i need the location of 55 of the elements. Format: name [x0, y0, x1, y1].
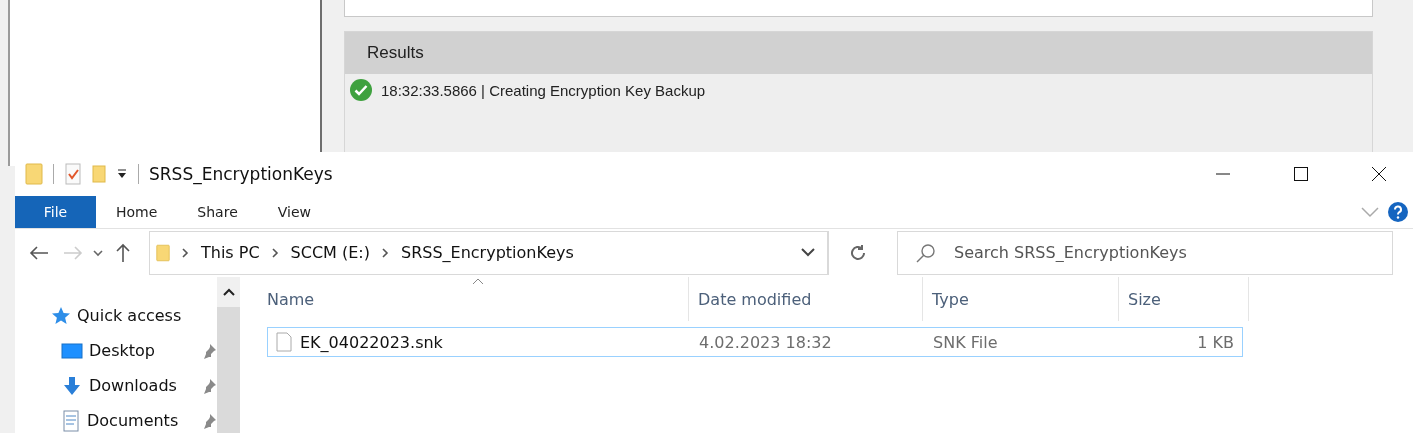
window-title: SRSS_EncryptionKeys — [149, 164, 334, 184]
minimize-icon — [1215, 173, 1231, 175]
column-header[interactable]: Name — [267, 277, 689, 321]
column-header[interactable]: Type — [923, 277, 1119, 321]
chevron-right-icon[interactable] — [182, 247, 189, 258]
monitor-icon — [61, 341, 83, 360]
arrow-right-icon — [63, 244, 83, 261]
chevron-down-icon[interactable] — [1361, 205, 1379, 218]
breadcrumb[interactable]: This PC — [201, 243, 260, 263]
caret-up-icon — [222, 288, 235, 296]
ribbon-tab[interactable]: View — [257, 196, 331, 228]
nav-item[interactable]: Desktop — [51, 338, 217, 363]
chevron-right-icon[interactable] — [382, 247, 389, 258]
scroll-up-button[interactable] — [217, 277, 240, 307]
file-icon — [276, 332, 292, 352]
help-icon[interactable] — [1387, 200, 1409, 223]
close-icon — [1371, 166, 1387, 182]
folder-icon — [156, 242, 170, 263]
breadcrumb[interactable]: SCCM (E:) — [290, 243, 370, 263]
pin-icon[interactable] — [201, 377, 217, 394]
column-header[interactable]: Size — [1119, 277, 1249, 321]
date-cell-text: 4.02.2023 18:32 — [698, 332, 833, 352]
search-box[interactable]: Search SRSS_EncryptionKeys — [897, 230, 1393, 275]
file-row[interactable]: EK_04022023.snk 4.02.2023 18:32 SNK File 1 KB — [267, 327, 1243, 357]
results-title: Results — [345, 32, 1372, 74]
ribbon-tab[interactable]: File — [15, 196, 96, 228]
search-icon — [916, 242, 936, 263]
dropdown-icon[interactable] — [116, 168, 128, 180]
breadcrumb[interactable]: SRSS_EncryptionKeys — [401, 243, 574, 263]
properties-icon[interactable] — [64, 163, 82, 185]
column-header[interactable]: Date modified — [689, 277, 923, 321]
chevron-down-icon — [800, 248, 815, 258]
address-bar[interactable]: This PC SCCM (E:) SRSS_EncryptionKeys — [149, 230, 829, 275]
folder-icon — [25, 163, 43, 185]
arrow-left-icon — [29, 244, 49, 261]
type-cell-text: SNK File — [932, 332, 999, 352]
pin-icon[interactable] — [201, 412, 217, 429]
maximize-icon — [1293, 166, 1309, 182]
check-circle-icon — [349, 78, 373, 102]
nav-item[interactable]: Quick access — [51, 303, 217, 328]
download-arrow-icon — [61, 375, 83, 396]
nav-item[interactable]: Documents — [51, 408, 217, 433]
result-text: 18:32:33.5866 | Creating Encryption Key Backup — [381, 81, 706, 99]
size-cell-text: 1 KB — [1196, 332, 1235, 352]
refresh-icon — [849, 243, 867, 262]
arrow-up-icon — [115, 242, 131, 263]
ribbon-tab[interactable]: Home — [96, 196, 178, 228]
star-icon — [51, 305, 71, 326]
file-name: EK_04022023.snk — [300, 332, 444, 352]
pin-icon[interactable] — [201, 342, 217, 359]
nav-item[interactable]: Downloads — [51, 373, 217, 398]
recent-locations-icon[interactable] — [93, 248, 103, 257]
scrollbar[interactable] — [217, 277, 240, 433]
chevron-right-icon[interactable] — [271, 247, 279, 258]
ribbon-tab[interactable]: Share — [177, 196, 258, 228]
